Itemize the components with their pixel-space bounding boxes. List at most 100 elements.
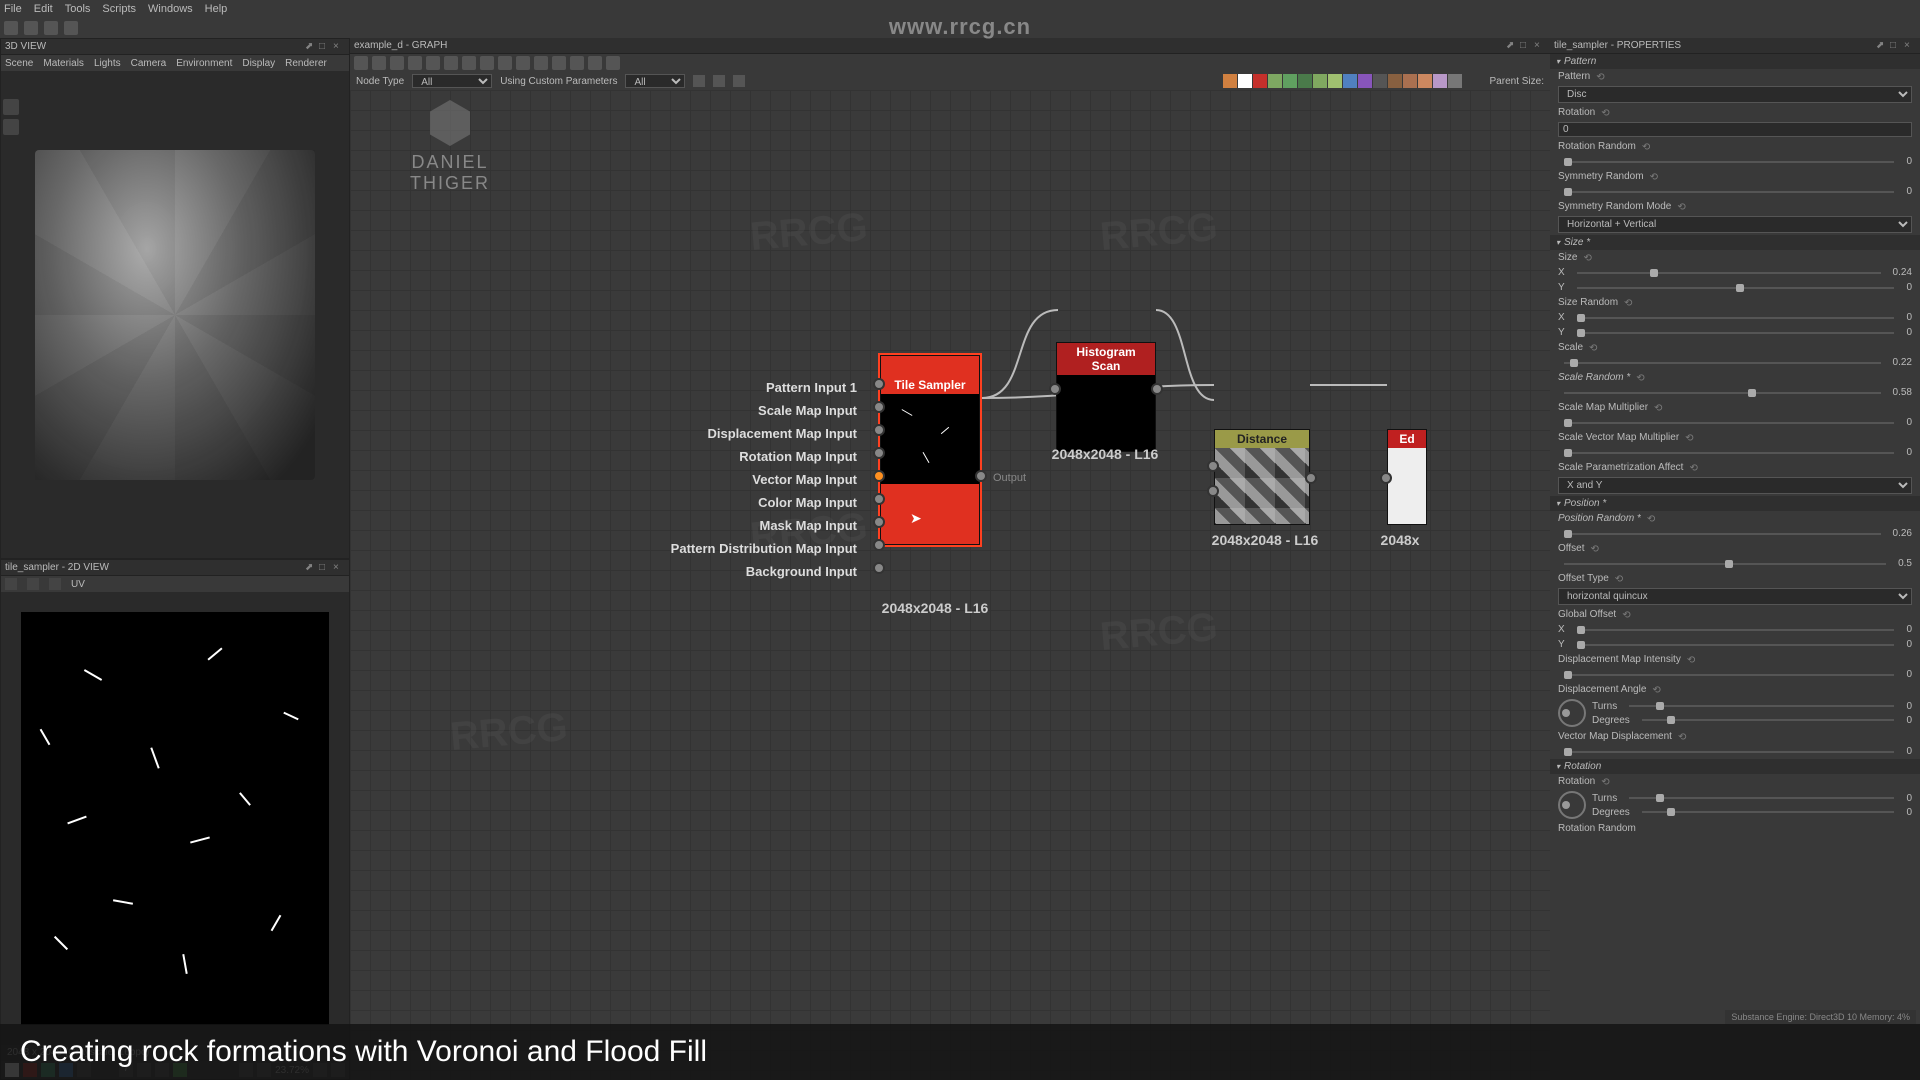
maximize-icon[interactable]	[588, 56, 602, 70]
global-offset-y-slider[interactable]	[1577, 644, 1895, 646]
cut-icon[interactable]	[390, 56, 404, 70]
atomic-node-13[interactable]	[1418, 74, 1432, 88]
pin-icon[interactable]: ⬈	[305, 562, 317, 574]
port-pattern-input-1[interactable]: Pattern Input 1	[873, 378, 885, 390]
offset-type-select[interactable]: horizontal quincux	[1558, 588, 1912, 605]
port-vector-map-input[interactable]: Vector Map Input	[873, 470, 885, 482]
menu-help[interactable]: Help	[205, 3, 228, 15]
port-input-1[interactable]	[1207, 460, 1219, 472]
reset-icon[interactable]: ⟲	[1622, 610, 1632, 620]
pin-icon[interactable]: ⬈	[1876, 40, 1888, 52]
comment-icon[interactable]	[480, 56, 494, 70]
reset-icon[interactable]: ⟲	[1589, 343, 1599, 353]
close-icon[interactable]: ×	[1904, 40, 1916, 52]
disp-angle-dial[interactable]	[1558, 699, 1586, 727]
tool-icon[interactable]	[5, 578, 17, 590]
atomic-node-2[interactable]	[1253, 74, 1267, 88]
symmetry-mode-select[interactable]: Horizontal + Vertical	[1558, 216, 1912, 233]
node-histogram-scan[interactable]: Histogram Scan	[1056, 342, 1156, 452]
pattern-select[interactable]: Disc	[1558, 86, 1912, 103]
refresh-icon[interactable]	[570, 56, 584, 70]
copy-icon[interactable]	[49, 578, 61, 590]
atomic-node-9[interactable]	[1358, 74, 1372, 88]
global-offset-x-slider[interactable]	[1577, 629, 1895, 631]
menu-windows[interactable]: Windows	[148, 3, 193, 15]
atomic-node-5[interactable]	[1298, 74, 1312, 88]
undo-icon[interactable]	[354, 56, 368, 70]
close-icon[interactable]: ×	[333, 41, 345, 53]
maximize-icon[interactable]: □	[319, 562, 331, 574]
section-position[interactable]: ▾Position *	[1550, 496, 1920, 511]
reset-icon[interactable]: ⟲	[1601, 108, 1611, 118]
degrees-slider[interactable]	[1642, 719, 1895, 721]
sub-renderer[interactable]: Renderer	[285, 58, 327, 69]
refresh-icon[interactable]	[24, 21, 38, 35]
atomic-node-3[interactable]	[1268, 74, 1282, 88]
port-scale-map-input[interactable]: Scale Map Input	[873, 401, 885, 413]
scale-slider[interactable]	[1564, 362, 1881, 364]
menu-tools[interactable]: Tools	[65, 3, 91, 15]
symmetry-random-slider[interactable]	[1564, 191, 1894, 193]
sub-lights[interactable]: Lights	[94, 58, 121, 69]
reset-icon[interactable]: ⟲	[1601, 777, 1611, 787]
rotation-input[interactable]	[1558, 122, 1912, 137]
port-output[interactable]	[1305, 472, 1317, 484]
atomic-node-11[interactable]	[1388, 74, 1402, 88]
port-rotation-map-input[interactable]: Rotation Map Input	[873, 447, 885, 459]
node-type-select[interactable]: All	[412, 74, 492, 88]
eye-icon[interactable]	[713, 75, 725, 87]
reset-icon[interactable]: ⟲	[1654, 403, 1664, 413]
node-distance[interactable]: Distance	[1214, 429, 1310, 525]
preview-2d[interactable]	[21, 612, 329, 1025]
scale-param-select[interactable]: X and Y	[1558, 477, 1912, 494]
maximize-icon[interactable]: □	[1520, 40, 1532, 52]
rotation-random-slider[interactable]	[1564, 161, 1894, 163]
home-icon[interactable]	[4, 21, 18, 35]
pin-icon[interactable]: ⬈	[305, 41, 317, 53]
atomic-node-6[interactable]	[1313, 74, 1327, 88]
properties-scroll[interactable]: ▾Pattern Pattern⟲ Disc Rotation⟲ Rotatio…	[1550, 54, 1920, 1080]
port-background-input[interactable]: Background Input	[873, 562, 885, 574]
atomic-node-7[interactable]	[1328, 74, 1342, 88]
port-input-2[interactable]	[1207, 485, 1219, 497]
reset-icon[interactable]: ⟲	[1615, 574, 1625, 584]
pin-icon[interactable]: ⬈	[1506, 40, 1518, 52]
port-input[interactable]	[1049, 383, 1061, 395]
menu-scripts[interactable]: Scripts	[102, 3, 136, 15]
node-edge-detect[interactable]: Ed	[1387, 429, 1427, 525]
reset-icon[interactable]: ⟲	[1642, 142, 1652, 152]
reset-icon[interactable]: ⟲	[1650, 172, 1660, 182]
save-icon[interactable]	[44, 21, 58, 35]
maximize-icon[interactable]: □	[1890, 40, 1902, 52]
reset-icon[interactable]: ⟲	[1596, 72, 1606, 82]
port-displacement-map-input[interactable]: Displacement Map Input	[873, 424, 885, 436]
link-icon[interactable]	[534, 56, 548, 70]
maximize-icon[interactable]: □	[319, 41, 331, 53]
size-random-y-slider[interactable]	[1577, 332, 1895, 334]
atomic-node-15[interactable]	[1448, 74, 1462, 88]
offset-slider[interactable]	[1564, 563, 1886, 565]
size-y-slider[interactable]	[1577, 287, 1895, 289]
custom-params-select[interactable]: All	[625, 74, 685, 88]
port-pattern-distribution-input[interactable]: Pattern Distribution Map Input	[873, 539, 885, 551]
close-icon[interactable]: ×	[1534, 40, 1546, 52]
frame-icon[interactable]	[462, 56, 476, 70]
graph-canvas[interactable]: DANIEL THIGER Tile Sampler Pattern Input…	[350, 90, 1550, 1080]
port-output[interactable]	[1151, 383, 1163, 395]
paste-icon[interactable]	[426, 56, 440, 70]
port-color-map-input[interactable]: Color Map Input	[873, 493, 885, 505]
pin-icon[interactable]	[498, 56, 512, 70]
viewport-3d[interactable]	[1, 71, 349, 558]
sub-environment[interactable]: Environment	[176, 58, 232, 69]
copy-icon[interactable]	[408, 56, 422, 70]
sub-materials[interactable]: Materials	[43, 58, 84, 69]
reset-icon[interactable]: ⟲	[1689, 463, 1699, 473]
turns-slider[interactable]	[1629, 705, 1894, 707]
camera-icon[interactable]	[3, 99, 19, 115]
light-icon[interactable]	[3, 119, 19, 135]
section-pattern[interactable]: ▾Pattern	[1550, 54, 1920, 69]
expand-icon[interactable]	[606, 56, 620, 70]
atomic-node-14[interactable]	[1433, 74, 1447, 88]
sub-scene[interactable]: Scene	[5, 58, 33, 69]
grid-icon[interactable]	[733, 75, 745, 87]
